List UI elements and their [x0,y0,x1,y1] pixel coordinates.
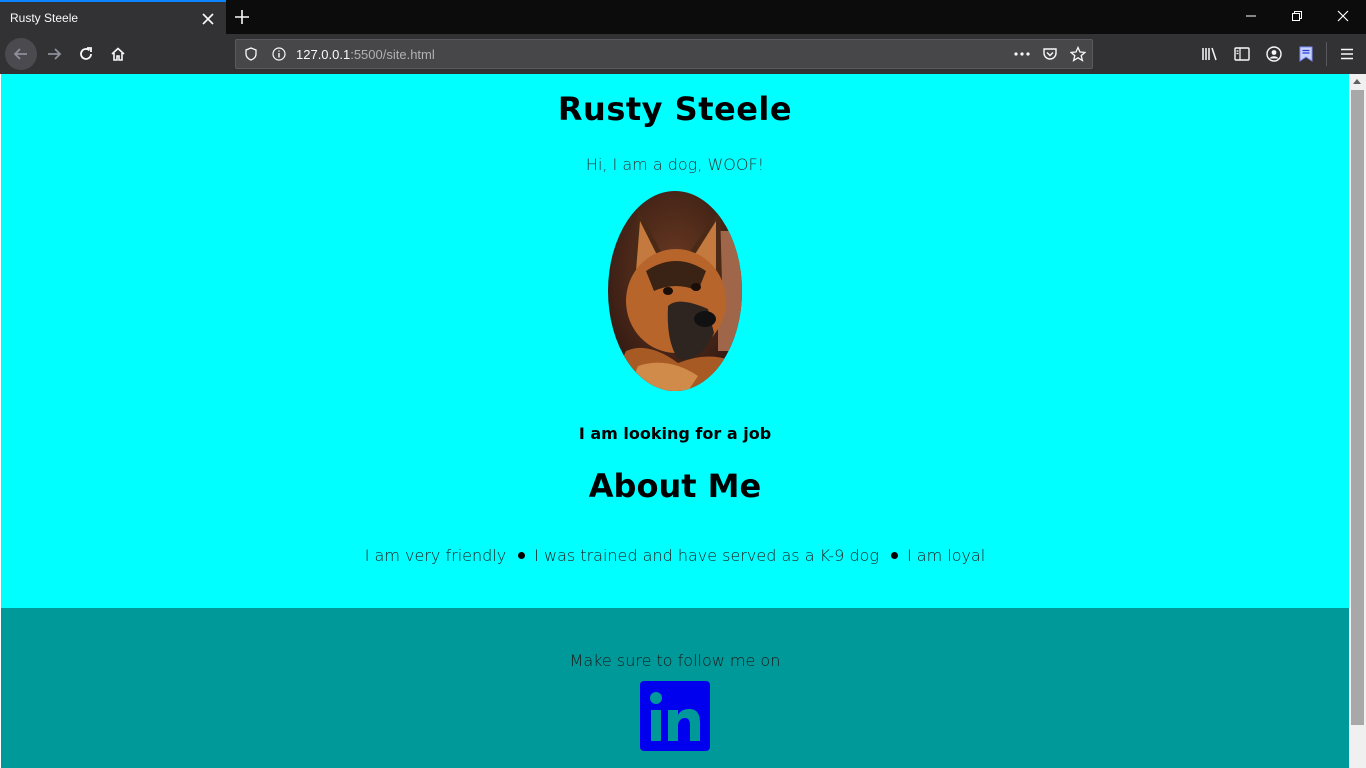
site-info-icon[interactable] [270,45,288,63]
job-status: I am looking for a job [578,424,772,443]
footer-section: Make sure to follow me on [1,608,1349,768]
traits-list: I am very friendly I was trained and hav… [1,546,1349,565]
reload-button[interactable] [70,38,102,70]
page-actions-icon[interactable] [1013,45,1031,63]
page-title: Rusty Steele [557,90,793,128]
home-button[interactable] [102,38,134,70]
reader-extension-icon[interactable] [1296,44,1316,64]
back-arrow-icon [13,48,27,60]
page-subtitle: Hi, I am a dog, WOOF! [585,155,765,174]
linkedin-link[interactable] [640,681,710,751]
page-viewport: Rusty Steele Hi, I am a dog, WOOF! I am … [0,74,1349,768]
tracking-shield-icon[interactable] [242,45,260,63]
trait-item: I was trained and have served as a K-9 d… [506,546,879,565]
minimize-button[interactable] [1228,0,1274,32]
trait-text: I am loyal [907,546,986,565]
library-icon[interactable] [1200,44,1220,64]
address-bar[interactable]: 127.0.0.1:5500/site.html [235,39,1093,69]
scroll-up-arrow-icon[interactable] [1353,79,1361,84]
new-tab-icon[interactable] [232,7,252,27]
linkedin-icon [650,692,700,741]
tab-strip: Rusty Steele [0,0,1366,34]
footer-text: Make sure to follow me on [569,651,781,670]
hamburger-icon [1341,48,1353,60]
home-icon [111,47,125,61]
trait-text: I am very friendly [364,546,507,565]
close-window-button[interactable] [1320,0,1366,32]
back-button[interactable] [5,38,37,70]
scrollbar-thumb[interactable] [1351,90,1364,725]
trait-item: I am very friendly [365,546,506,565]
about-heading: About Me [588,467,762,505]
close-icon [1337,10,1349,22]
url-text: 127.0.0.1:5500/site.html [296,47,435,62]
tab-title: Rusty Steele [10,11,79,25]
vertical-scrollbar[interactable] [1349,74,1366,768]
bookmark-star-icon[interactable] [1069,45,1087,63]
url-path: :5500/site.html [350,47,435,62]
trait-text: I was trained and have served as a K-9 d… [534,546,879,565]
navigation-toolbar: 127.0.0.1:5500/site.html [0,34,1366,74]
bullet [518,552,526,559]
tab-rusty-steele[interactable]: Rusty Steele [0,0,226,34]
toolbar-separator [1326,42,1327,66]
sidebar-icon[interactable] [1232,44,1252,64]
bullet [891,552,898,559]
hero-section: Rusty Steele Hi, I am a dog, WOOF! I am … [1,74,1349,608]
menu-button[interactable] [1337,44,1357,64]
account-icon[interactable] [1264,44,1284,64]
restore-icon [1292,11,1302,21]
minimize-icon [1246,15,1256,17]
dog-photo [608,191,742,391]
trait-item: I am loyal [879,546,985,565]
reload-icon [80,47,92,60]
pocket-icon[interactable] [1041,45,1059,63]
forward-button[interactable] [38,38,70,70]
close-tab-icon[interactable] [199,10,217,28]
url-host: 127.0.0.1 [296,47,351,62]
restore-button[interactable] [1274,0,1320,32]
forward-arrow-icon [48,48,62,60]
